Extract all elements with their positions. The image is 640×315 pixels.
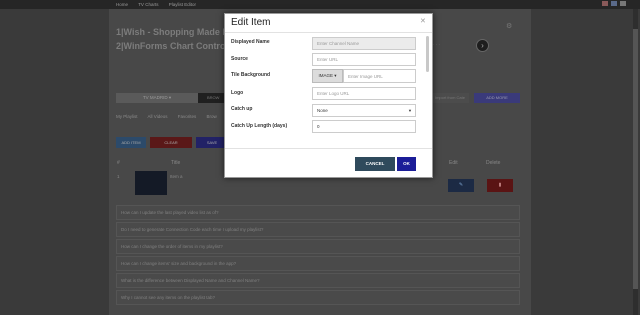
table-header-number: #	[117, 160, 120, 166]
catch-up-select[interactable]: None ▼	[312, 104, 416, 117]
scrollbar-thumb[interactable]	[633, 29, 638, 289]
edit-row-button[interactable]: ✎	[448, 179, 474, 192]
catch-up-value: None	[317, 108, 328, 113]
faq-item[interactable]: How can I update the last played video l…	[116, 205, 520, 220]
faq-item[interactable]: What is the difference between Displayed…	[116, 273, 520, 288]
trash-icon: ▮	[498, 182, 502, 188]
background-heading: 2|WinForms Chart Controls	[116, 41, 233, 51]
top-nav: Home TV Charts Playlist Editor	[116, 0, 205, 9]
browse-button[interactable]: BROW	[198, 93, 224, 103]
background-side-text: . . .	[433, 41, 440, 47]
flag-icon[interactable]	[611, 1, 617, 6]
source-input[interactable]	[312, 53, 416, 66]
catch-up-label: Catch up	[231, 106, 253, 112]
faq-item[interactable]: Why I cannot see any items on the playli…	[116, 290, 520, 305]
modal-scrollbar[interactable]	[426, 34, 430, 154]
faq-item[interactable]: How can I change the order of items in m…	[116, 239, 520, 254]
nav-tv-charts[interactable]: TV Charts	[138, 2, 158, 7]
playlist-menu-button[interactable]: TV MADRID ▾	[116, 93, 198, 103]
displayed-name-label: Displayed Name	[231, 39, 270, 45]
table-header-delete: Delete	[486, 160, 501, 166]
delete-row-button[interactable]: ▮	[487, 179, 513, 192]
pencil-icon: ✎	[458, 182, 464, 188]
chevron-down-icon: ▼	[408, 108, 412, 113]
top-bar	[0, 0, 640, 9]
ok-button[interactable]: OK	[397, 157, 416, 171]
add-item-button[interactable]: ADD ITEM	[116, 137, 146, 148]
add-more-button[interactable]: ADD MORE	[474, 93, 520, 103]
page-scrollbar[interactable]	[633, 9, 638, 315]
tab-my-playlist[interactable]: My Playlist	[116, 114, 138, 119]
nav-playlist-editor[interactable]: Playlist Editor	[169, 2, 196, 7]
tab-all-videos[interactable]: All Videos	[148, 114, 168, 119]
tile-background-label: Tile Background	[231, 72, 271, 78]
nav-home[interactable]: Home	[116, 2, 128, 7]
flag-icon[interactable]	[620, 1, 626, 6]
logo-url-input[interactable]	[312, 87, 416, 100]
cancel-button[interactable]: CANCEL	[355, 157, 395, 171]
modal-divider	[225, 148, 432, 149]
tab-browse[interactable]: Brow	[207, 114, 217, 119]
item-thumbnail	[135, 171, 167, 195]
modal-scrollbar-thumb[interactable]	[426, 36, 429, 72]
catch-up-length-input[interactable]	[312, 120, 416, 133]
modal-header: Edit Item ✕	[225, 14, 432, 33]
close-icon[interactable]: ✕	[420, 17, 426, 25]
modal-title: Edit Item	[231, 17, 271, 28]
row-title: Item a	[170, 174, 183, 179]
chevron-right-icon[interactable]: ›	[476, 39, 489, 52]
background-heading: 1|Wish - Shopping Made Fun	[116, 27, 239, 37]
logo-label: Logo	[231, 90, 244, 96]
language-flags[interactable]	[602, 1, 626, 6]
background-tabs: My Playlist All Videos Favorites Brow	[116, 114, 226, 119]
clear-button[interactable]: CLEAR	[150, 137, 192, 148]
flag-icon[interactable]	[602, 1, 608, 6]
image-url-input[interactable]	[343, 69, 416, 83]
catch-up-length-label: Catch Up Length (days)	[231, 123, 288, 129]
import-button[interactable]: Import from Cate	[431, 93, 469, 103]
table-header-edit: Edit	[449, 160, 458, 166]
row-number: 1	[117, 174, 120, 179]
tab-favorites[interactable]: Favorites	[178, 114, 197, 119]
displayed-name-input[interactable]	[312, 37, 416, 50]
image-type-dropdown[interactable]: IMAGE ▾	[312, 69, 343, 83]
edit-item-modal: Edit Item ✕ Displayed Name Source Tile B…	[224, 13, 433, 178]
table-header-title: Title	[171, 160, 181, 166]
faq-item[interactable]: Do I need to generate Connection Code ea…	[116, 222, 520, 237]
source-label: Source	[231, 56, 248, 62]
gear-icon[interactable]: ⚙	[506, 22, 512, 30]
faq-item[interactable]: How can I change items' size and backgro…	[116, 256, 520, 271]
